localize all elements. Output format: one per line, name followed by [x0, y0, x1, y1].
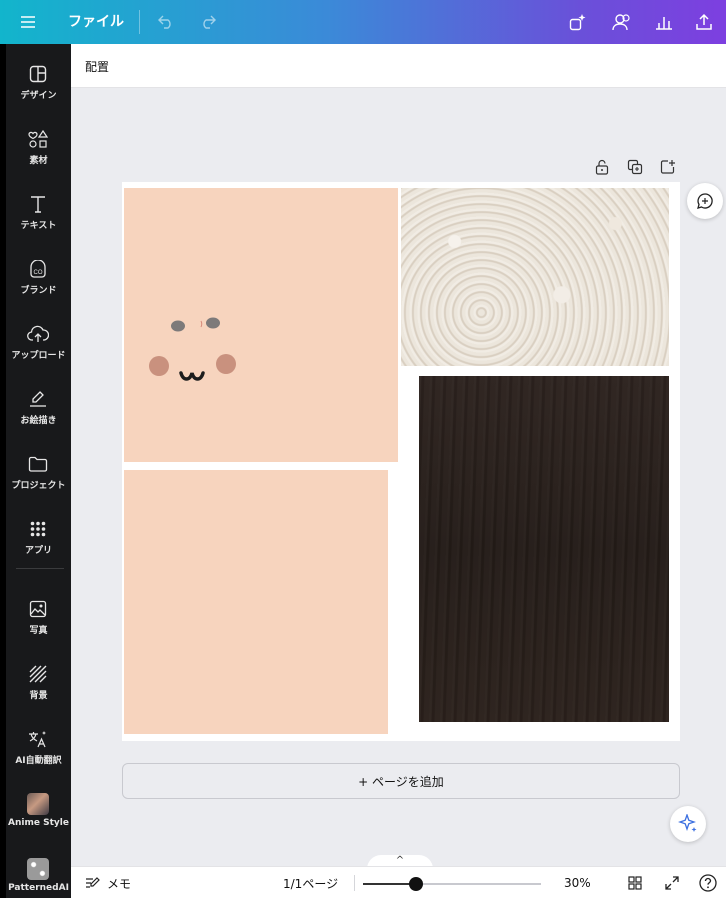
comment-add-icon	[697, 193, 713, 209]
sparkle-icon	[678, 814, 697, 832]
svg-text:CO: CO	[34, 270, 43, 276]
sidebar-item-label: 素材	[29, 156, 48, 166]
duplicate-page-icon[interactable]	[624, 156, 646, 178]
sidebar-item-background[interactable]: 背景	[6, 654, 71, 714]
sidebar-item-elements[interactable]: 素材	[6, 119, 71, 179]
add-page-button[interactable]: + ページを追加	[122, 763, 680, 799]
patterned-ai-app-icon	[26, 857, 50, 881]
sidebar-item-label: 写真	[29, 626, 48, 636]
draw-icon	[26, 387, 50, 411]
sidebar-item-label: PatternedAI	[8, 883, 69, 893]
lock-icon[interactable]	[591, 156, 613, 178]
text-icon	[26, 192, 50, 216]
apps-icon	[26, 517, 50, 541]
add-page-icon[interactable]	[657, 156, 679, 178]
sidebar-item-draw[interactable]: お絵描き	[6, 379, 71, 439]
bottom-divider	[354, 875, 355, 891]
magic-resize-icon[interactable]	[562, 0, 594, 44]
upload-share-icon[interactable]	[688, 0, 720, 44]
fur-texture-image[interactable]	[401, 188, 669, 366]
cute-face-frame[interactable]	[124, 188, 398, 462]
sidebar-item-label: お絵描き	[20, 416, 57, 426]
memo-button[interactable]: メモ	[85, 867, 131, 898]
magic-assistant-button[interactable]	[670, 806, 706, 842]
cute-face-illustration	[149, 317, 236, 381]
toolbar-divider	[139, 10, 140, 34]
undo-icon[interactable]	[150, 0, 182, 44]
zoom-slider-handle[interactable]	[409, 877, 423, 891]
folder-icon	[26, 452, 50, 476]
sidebar-item-label: ブランド	[20, 286, 57, 296]
sidebar-item-projects[interactable]: プロジェクト	[6, 444, 71, 504]
grid-view-icon[interactable]	[628, 867, 642, 898]
sidebar-item-label: プロジェクト	[11, 481, 66, 491]
sidebar-item-label: Anime Style	[8, 818, 69, 828]
sidebar-item-anime-style[interactable]: Anime Style	[6, 784, 71, 844]
elements-icon	[26, 127, 50, 151]
upload-icon	[26, 322, 50, 346]
menu-icon[interactable]	[12, 0, 44, 44]
background-icon	[26, 662, 50, 686]
fullscreen-icon[interactable]	[665, 867, 679, 898]
sidebar-item-label: AI自動翻訳	[15, 756, 62, 766]
redo-icon[interactable]	[192, 0, 224, 44]
share-people-icon[interactable]	[606, 0, 638, 44]
position-button[interactable]: 配置	[85, 58, 109, 75]
translate-icon	[26, 727, 50, 751]
memo-label: メモ	[107, 876, 132, 891]
sidebar-item-label: テキスト	[20, 221, 57, 231]
help-icon[interactable]	[699, 867, 717, 898]
comment-button[interactable]	[687, 183, 723, 219]
zoom-level[interactable]: 30%	[564, 867, 591, 898]
sidebar-item-label: 背景	[29, 691, 48, 701]
sidebar-item-upload[interactable]: アップロード	[6, 314, 71, 374]
anime-style-app-icon	[26, 792, 50, 816]
design-icon	[26, 62, 50, 86]
context-toolbar: 配置	[71, 44, 726, 88]
sidebar-item-label: デザイン	[20, 91, 57, 101]
sidebar-item-apps[interactable]: アプリ	[6, 509, 71, 569]
peach-frame[interactable]	[124, 470, 388, 734]
sidebar-item-patterned-ai[interactable]: PatternedAI	[6, 849, 71, 898]
sidebar-item-label: アップロード	[11, 351, 66, 361]
sidebar-item-label: アプリ	[24, 546, 52, 556]
sidebar-item-brand[interactable]: CO ブランド	[6, 249, 71, 309]
bottom-bar: メモ 1/1ページ 30%	[71, 866, 726, 898]
file-menu-button[interactable]: ファイル	[68, 0, 124, 44]
sidebar-item-ai-translate[interactable]: AI自動翻訳	[6, 719, 71, 779]
photo-icon	[26, 597, 50, 621]
memo-icon	[86, 877, 100, 888]
top-toolbar: ファイル	[0, 0, 726, 44]
sidebar-item-design[interactable]: デザイン	[6, 54, 71, 114]
dark-wood-image[interactable]	[419, 376, 669, 722]
design-page[interactable]	[122, 182, 680, 741]
sidebar-divider	[16, 568, 64, 569]
insights-icon[interactable]	[648, 0, 680, 44]
brand-icon: CO	[26, 257, 50, 281]
sidebar-item-text[interactable]: テキスト	[6, 184, 71, 244]
left-sidebar: デザイン 素材 テキスト CO ブランド アップロード お絵描き プロジェクト …	[0, 44, 71, 898]
zoom-slider[interactable]	[363, 877, 541, 891]
page-indicator[interactable]: 1/1ページ	[283, 867, 338, 898]
sidebar-item-photos[interactable]: 写真	[6, 589, 71, 649]
